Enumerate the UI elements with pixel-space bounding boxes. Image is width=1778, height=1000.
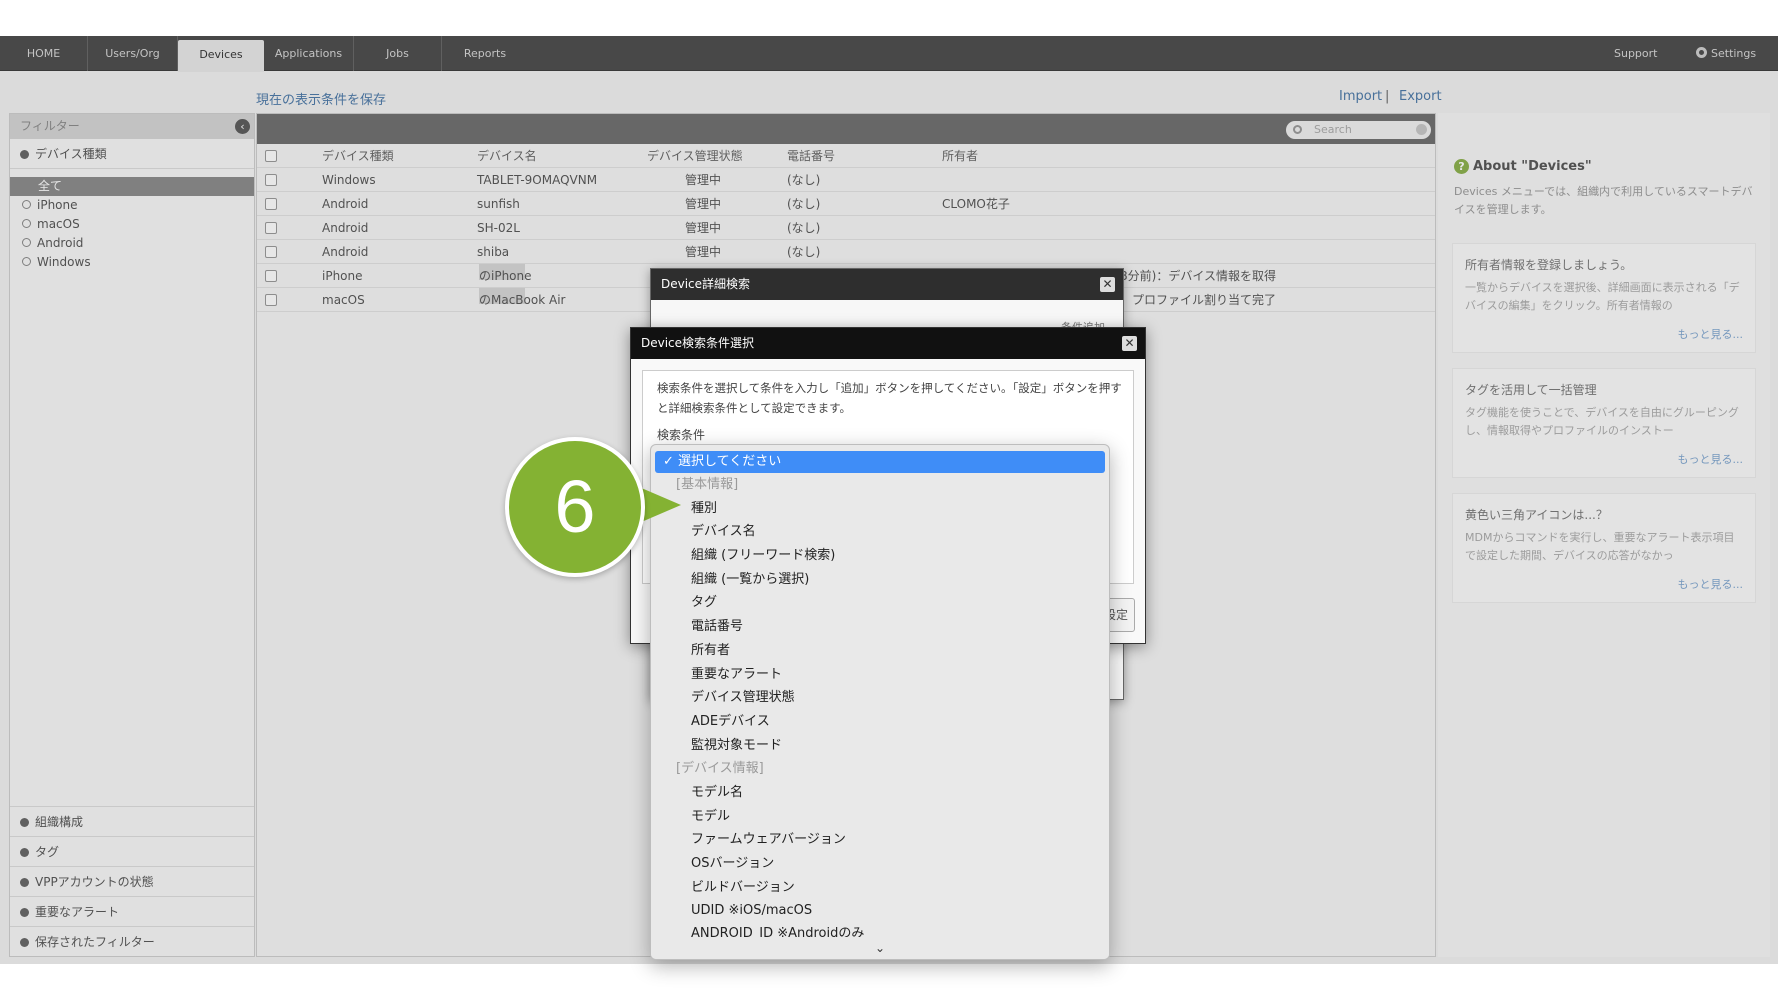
option-item[interactable]: モデル bbox=[651, 805, 1109, 829]
condition-select-dropdown[interactable]: ✓ 選択してください [基本情報] 種別 デバイス名 組織 (フリーワード検索)… bbox=[650, 444, 1110, 960]
option-item[interactable]: デバイス管理状態 bbox=[651, 686, 1109, 710]
option-item[interactable]: ファームウェアバージョン bbox=[651, 828, 1109, 852]
option-item[interactable]: ビルドバージョン bbox=[651, 876, 1109, 900]
dialog-header: Device詳細検索 ✕ bbox=[651, 269, 1123, 300]
option-item[interactable]: モデル名 bbox=[651, 781, 1109, 805]
option-item[interactable]: OSバージョン bbox=[651, 852, 1109, 876]
option-item[interactable]: 種別 bbox=[651, 497, 1109, 521]
option-item[interactable]: 組織 (一覧から選択) bbox=[651, 568, 1109, 592]
option-selected[interactable]: ✓ 選択してください bbox=[655, 451, 1105, 473]
option-group: [基本情報] bbox=[676, 477, 739, 492]
dialog-title: Device詳細検索 bbox=[661, 277, 751, 291]
close-icon[interactable]: ✕ bbox=[1122, 336, 1137, 351]
dialog-title: Device検索条件選択 bbox=[641, 336, 755, 350]
option-item[interactable]: 組織 (フリーワード検索) bbox=[651, 544, 1109, 568]
dialog-header: Device検索条件選択 ✕ bbox=[631, 328, 1145, 359]
option-item[interactable]: 重要なアラート bbox=[651, 663, 1109, 687]
step-badge: 6 bbox=[505, 437, 681, 577]
dialog-message: 検索条件を選択して条件を入力し「追加」ボタンを押してください。「設定」ボタンを押… bbox=[657, 381, 1122, 415]
step-number: 6 bbox=[554, 465, 596, 548]
option-item[interactable]: ANDROID_ID ※Androidのみ bbox=[651, 923, 1109, 937]
option-item[interactable]: 監視対象モード bbox=[651, 734, 1109, 758]
option-item[interactable]: デバイス名 bbox=[651, 520, 1109, 544]
scroll-down-icon[interactable]: ⌄ bbox=[651, 937, 1109, 959]
condition-label: 検索条件 bbox=[657, 428, 706, 442]
option-item[interactable]: ADEデバイス bbox=[651, 710, 1109, 734]
option-item[interactable]: タグ bbox=[651, 591, 1109, 615]
option-group: [デバイス情報] bbox=[676, 761, 764, 777]
option-item[interactable]: 所有者 bbox=[651, 639, 1109, 663]
option-item[interactable]: UDID ※iOS/macOS bbox=[651, 899, 1109, 923]
option-item[interactable]: 電話番号 bbox=[651, 615, 1109, 639]
close-icon[interactable]: ✕ bbox=[1100, 277, 1115, 292]
